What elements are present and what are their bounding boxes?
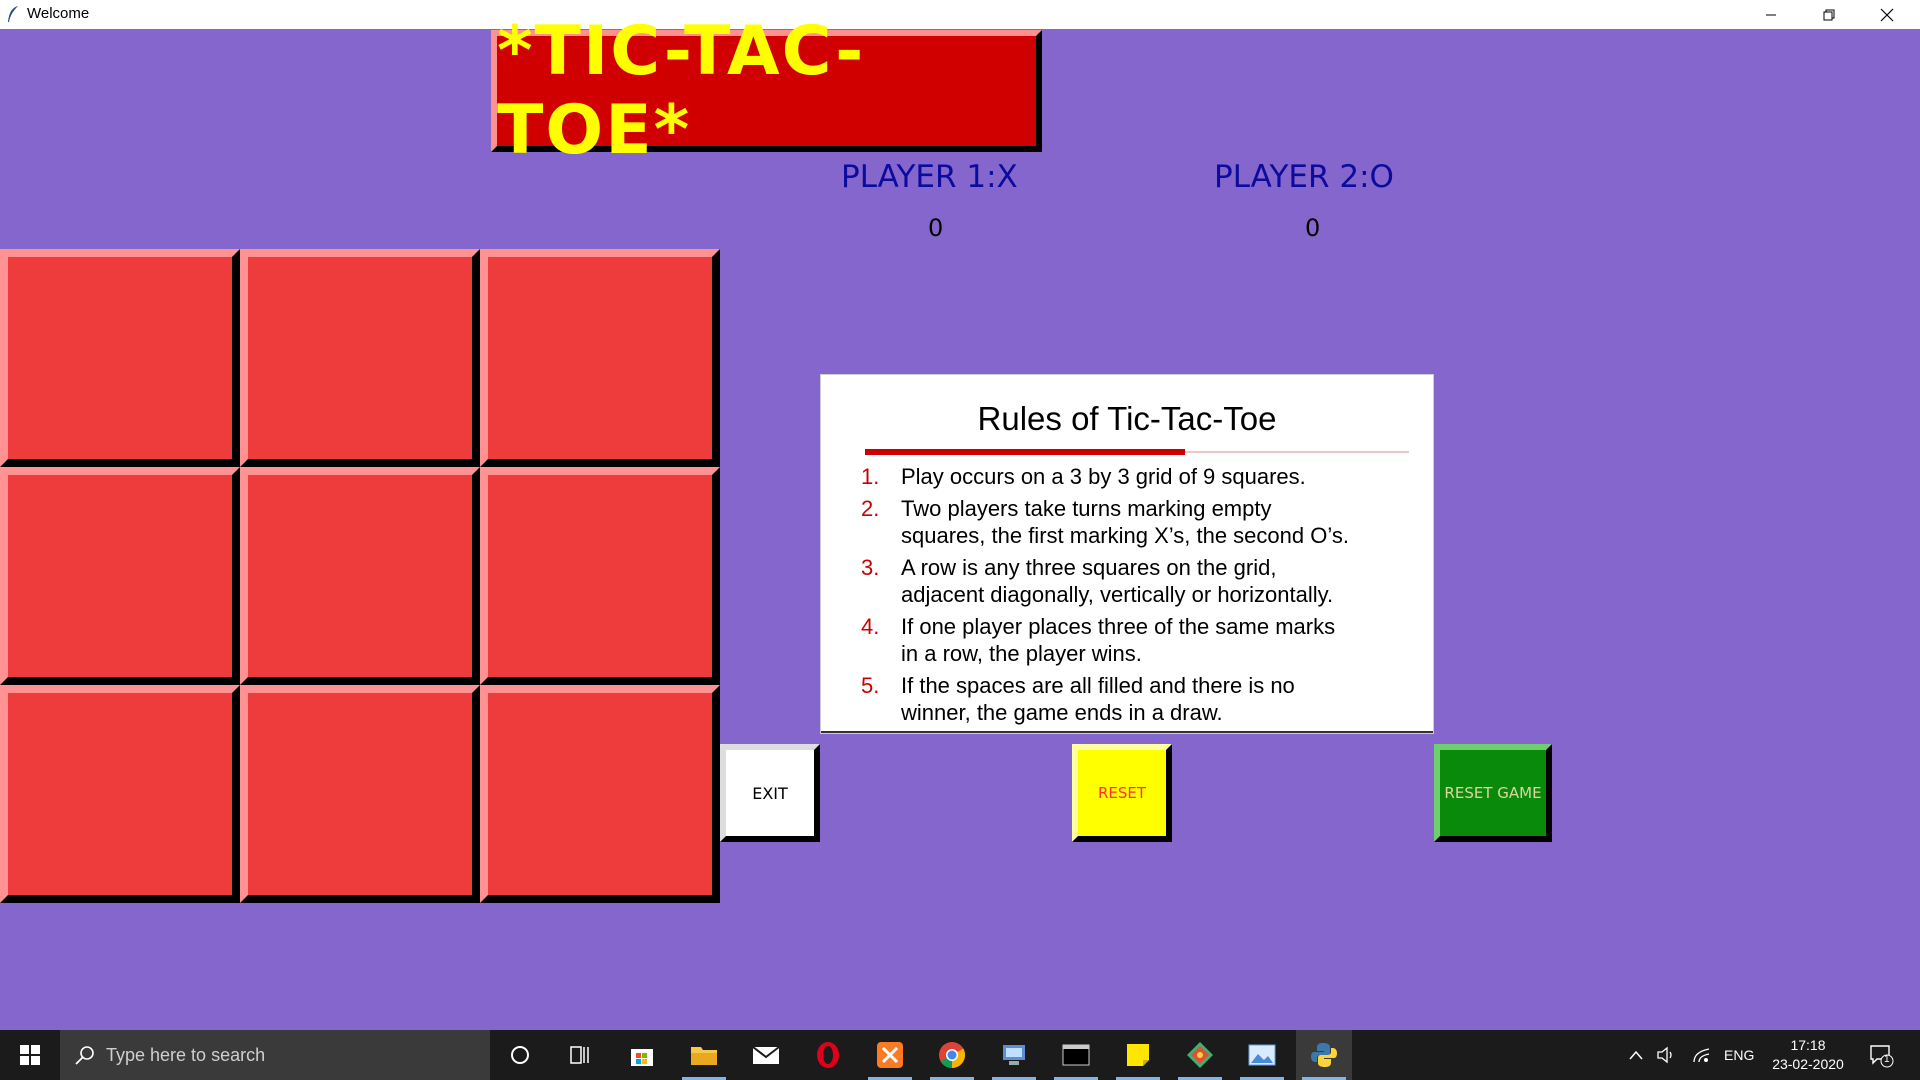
rule-item: 1. Play occurs on a 3 by 3 grid of 9 squ… — [861, 463, 1431, 490]
player1-label: PLAYER 1:X — [841, 159, 1018, 195]
chrome-button[interactable] — [924, 1030, 980, 1080]
close-button[interactable] — [1858, 0, 1916, 29]
clock-time: 17:18 — [1790, 1037, 1826, 1053]
volume-icon — [1657, 1046, 1672, 1064]
game-window: *TIC-TAC-TOE* PLAYER 1:X PLAYER 2:O 0 0 … — [0, 12, 1920, 1030]
control-panel-button[interactable] — [986, 1030, 1042, 1080]
rule-item: 2. Two players take turns marking empty s… — [861, 495, 1431, 549]
rule-text: Play occurs on a 3 by 3 grid of 9 square… — [901, 464, 1306, 489]
rule-text: If one player places three of the same m… — [901, 614, 1336, 666]
taskbar-search-box[interactable]: Type here to search — [60, 1030, 490, 1080]
player1-score: 0 — [928, 214, 944, 242]
sticky-notes-icon — [1127, 1044, 1149, 1066]
taskbar-clock[interactable]: 17:18 23-02-2020 — [1760, 1036, 1856, 1074]
board-cell-5[interactable] — [240, 467, 480, 685]
python-button[interactable] — [1296, 1030, 1352, 1080]
wifi-icon — [1693, 1048, 1710, 1063]
xampp-button[interactable] — [862, 1030, 918, 1080]
board-cell-9[interactable] — [480, 685, 720, 903]
rules-title-underline — [865, 449, 1185, 455]
task-view-icon — [570, 1046, 589, 1064]
rule-text: Two players take turns marking empty squa… — [901, 496, 1349, 548]
rule-number: 1. — [861, 464, 880, 489]
language-indicator[interactable]: ENG — [1724, 1030, 1754, 1080]
terminal-button[interactable] — [1048, 1030, 1104, 1080]
rules-panel: Rules of Tic-Tac-Toe 1. Play occurs on a… — [820, 374, 1434, 734]
task-view-button[interactable] — [552, 1030, 608, 1080]
exit-button[interactable]: EXIT — [720, 744, 820, 842]
board-cell-8[interactable] — [240, 685, 480, 903]
chrome-icon — [939, 1042, 966, 1069]
rule-text: If the spaces are all filled and there i… — [901, 673, 1295, 725]
cortana-icon — [511, 1046, 529, 1064]
board-cell-4[interactable] — [0, 467, 240, 685]
board-cell-1[interactable] — [0, 249, 240, 467]
search-placeholder: Type here to search — [106, 1044, 266, 1065]
rules-title-underline-faded — [1185, 451, 1409, 453]
store-icon — [631, 1049, 653, 1066]
player2-score: 0 — [1305, 214, 1321, 242]
rule-item: 5. If the spaces are all filled and ther… — [861, 672, 1431, 726]
reset-game-button[interactable]: RESET GAME — [1434, 744, 1552, 842]
windows-logo-icon — [20, 1045, 40, 1065]
xampp-icon — [877, 1042, 903, 1068]
sticky-notes-button[interactable] — [1110, 1030, 1166, 1080]
tray-overflow-button[interactable] — [1628, 1030, 1644, 1080]
rules-list: 1. Play occurs on a 3 by 3 grid of 9 squ… — [861, 463, 1431, 731]
volume-button[interactable] — [1656, 1030, 1678, 1080]
git-button[interactable] — [1172, 1030, 1228, 1080]
restore-icon — [1823, 9, 1835, 20]
photo-viewer-button[interactable] — [1234, 1030, 1290, 1080]
reset-button[interactable]: RESET — [1072, 744, 1172, 842]
mail-button[interactable] — [738, 1030, 794, 1080]
git-icon — [1187, 1042, 1213, 1068]
minimize-button[interactable] — [1742, 0, 1800, 29]
rules-title: Rules of Tic-Tac-Toe — [977, 400, 1277, 437]
opera-icon — [817, 1042, 839, 1068]
terminal-icon — [1062, 1044, 1090, 1066]
file-explorer-button[interactable] — [676, 1030, 732, 1080]
rule-number: 5. — [861, 673, 880, 698]
start-button[interactable] — [0, 1030, 60, 1080]
cortana-button[interactable] — [492, 1030, 548, 1080]
clock-date: 23-02-2020 — [1772, 1056, 1844, 1072]
rule-number: 4. — [861, 614, 880, 639]
notification-icon — [1870, 1045, 1894, 1068]
minimize-icon — [1766, 14, 1776, 15]
restore-button[interactable] — [1800, 0, 1858, 29]
mail-icon — [752, 1046, 780, 1064]
game-title: *TIC-TAC-TOE* — [497, 12, 866, 170]
rule-text: A row is any three squares on the grid, a… — [901, 555, 1334, 607]
board-cell-6[interactable] — [480, 467, 720, 685]
rule-item: 3. A row is any three squares on the gri… — [861, 554, 1431, 608]
rule-number: 2. — [861, 496, 880, 521]
taskbar: Type here to search ENG 17:18 23-02-2020… — [0, 1030, 1920, 1080]
chevron-up-icon — [1629, 1050, 1643, 1060]
window-title: Welcome — [27, 5, 90, 22]
action-center-button[interactable]: 1 — [1868, 1030, 1894, 1080]
board-cell-7[interactable] — [0, 685, 240, 903]
control-panel-icon — [1003, 1045, 1025, 1065]
notification-count: 1 — [1884, 1054, 1890, 1065]
rule-number: 3. — [861, 555, 880, 580]
rule-item: 4. If one player places three of the sam… — [861, 613, 1431, 667]
opera-button[interactable] — [800, 1030, 856, 1080]
file-explorer-icon — [691, 1047, 717, 1065]
network-button[interactable] — [1691, 1030, 1713, 1080]
close-icon — [1880, 8, 1894, 21]
store-button[interactable] — [614, 1030, 670, 1080]
search-icon — [75, 1046, 94, 1065]
python-icon — [1311, 1043, 1337, 1067]
game-title-banner: *TIC-TAC-TOE* — [491, 12, 1042, 170]
board-cell-3[interactable] — [480, 249, 720, 467]
feather-icon — [8, 6, 18, 22]
player2-label: PLAYER 2:O — [1214, 159, 1394, 195]
photo-viewer-icon — [1248, 1044, 1276, 1066]
rules-bottom-border — [821, 731, 1433, 733]
board-cell-2[interactable] — [240, 249, 480, 467]
